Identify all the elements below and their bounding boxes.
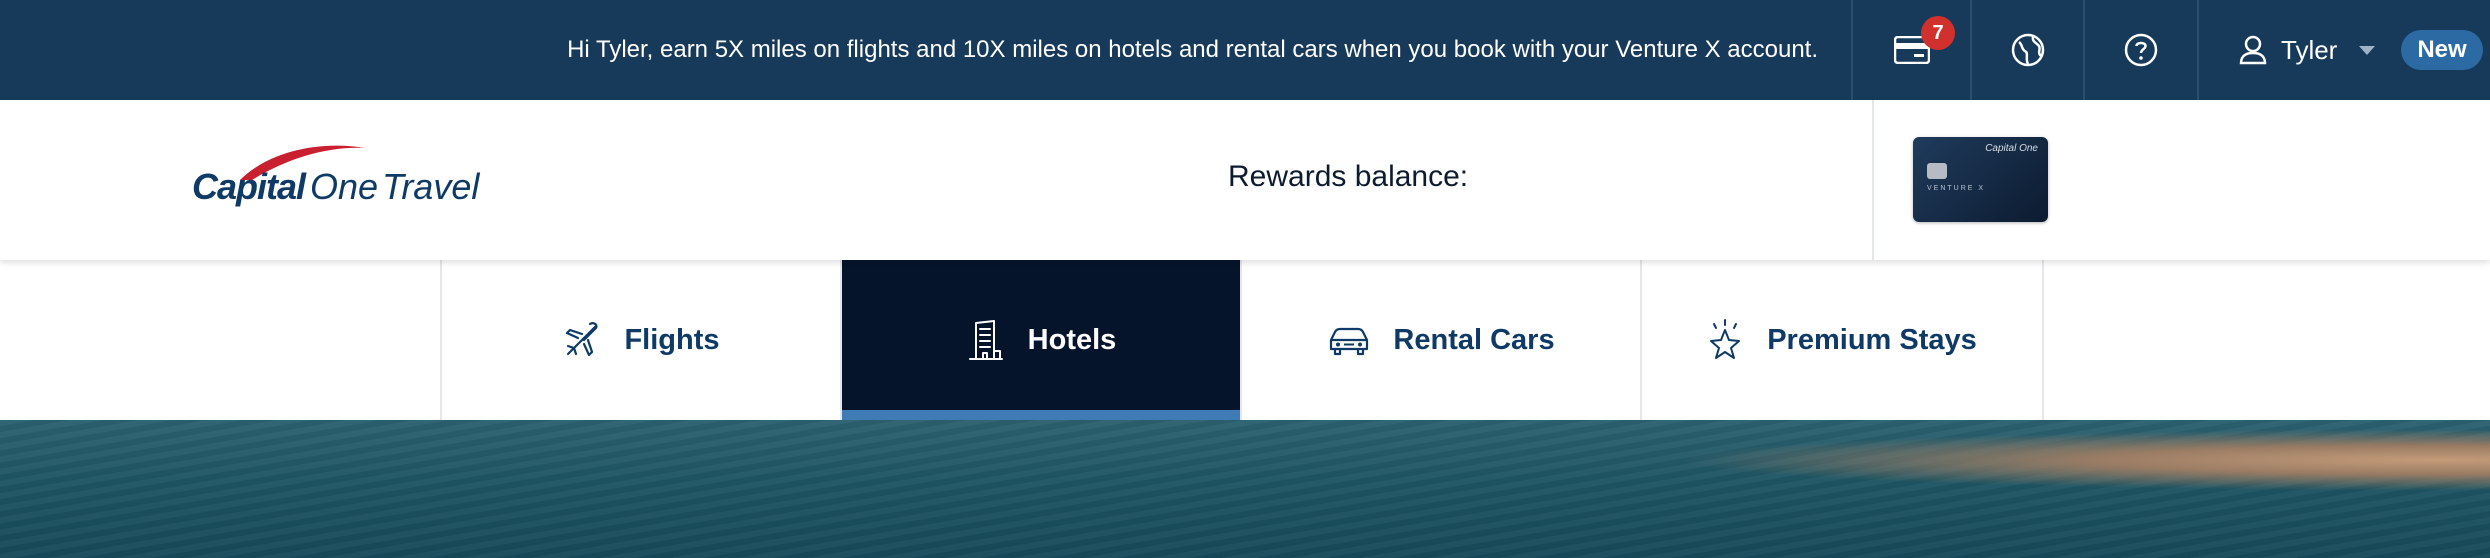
tab-label: Rental Cars [1393, 323, 1555, 356]
product-tabs: Flights Hotels Rental Cars Premium Stays [0, 260, 2490, 420]
new-badge: New [2401, 30, 2483, 70]
venture-x-card[interactable]: Capital One VENTURE X [1913, 137, 2048, 222]
hero-ocean-image [0, 420, 2490, 558]
car-icon [1330, 327, 1369, 356]
chevron-down-icon [2359, 45, 2376, 55]
divider [1872, 100, 1874, 260]
help-button[interactable] [2085, 0, 2197, 100]
logo-word-capital: Capital [192, 166, 306, 207]
user-menu[interactable]: Tyler New [2199, 0, 2490, 100]
globe-icon [2011, 33, 2044, 67]
airplane-icon [566, 322, 599, 357]
wallet-button[interactable]: 7 [1853, 0, 1970, 100]
tab-hotels[interactable]: Hotels [840, 260, 1240, 420]
help-icon [2124, 33, 2158, 67]
card-brand: Capital One [1985, 143, 2038, 154]
star-icon [1710, 319, 1741, 359]
capital-one-travel-logo[interactable]: Capital One Travel [192, 138, 492, 218]
promo-banner: Hi Tyler, earn 5X miles on flights and 1… [0, 0, 2490, 100]
divider [2042, 260, 2044, 420]
tab-label: Premium Stays [1767, 323, 1977, 356]
site-header: Capital One Travel Rewards balance: Capi… [0, 100, 2490, 260]
hotel-icon [968, 320, 1003, 360]
card-name: VENTURE X [1927, 185, 1986, 192]
logo-word-travel: Travel [382, 166, 480, 207]
logo-word-one: One [310, 166, 379, 207]
rewards-balance-label: Rewards balance: [1228, 160, 1469, 193]
promo-text: Hi Tyler, earn 5X miles on flights and 1… [567, 36, 1818, 63]
tab-flights[interactable]: Flights [440, 260, 840, 420]
tab-label: Flights [624, 323, 720, 356]
notification-badge: 7 [1921, 16, 1955, 50]
tab-label: Hotels [1027, 323, 1117, 356]
language-button[interactable] [1972, 0, 2083, 100]
card-chip-icon [1927, 163, 1947, 179]
user-name: Tyler [2281, 34, 2338, 65]
user-icon [2239, 35, 2267, 65]
tab-premium-stays[interactable]: Premium Stays [1640, 260, 2040, 420]
tab-rental-cars[interactable]: Rental Cars [1240, 260, 1640, 420]
